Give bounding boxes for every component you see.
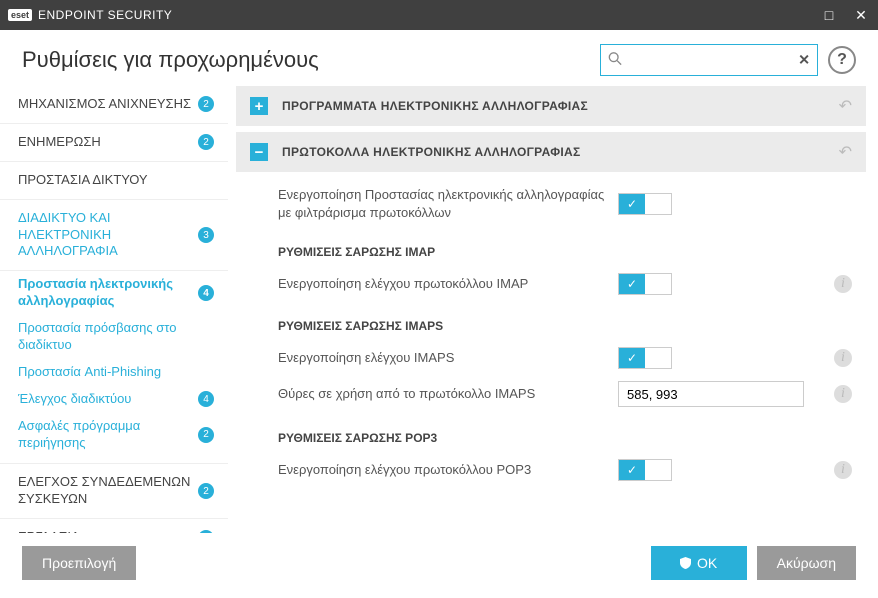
content-pane: + ΠΡΟΓΡΑΜΜΑΤΑ ΗΛΕΚΤΡΟΝΙΚΗΣ ΑΛΛΗΛΟΓΡΑΦΙΑΣ… (228, 86, 878, 533)
badge: 3 (198, 227, 214, 243)
info-icon[interactable]: i (834, 275, 852, 293)
window-maximize-icon[interactable]: □ (820, 6, 838, 24)
heading-imap: ΡΥΘΜΙΣΕΙΣ ΣΑΡΩΣΗΣ IMAP (236, 227, 866, 267)
brand-logo: eset (8, 9, 32, 21)
info-icon[interactable]: i (834, 349, 852, 367)
search-box: ✕ (600, 44, 818, 76)
row-enable-imap: Ενεργοποίηση ελέγχου πρωτοκόλλου IMAP ✓ … (236, 267, 866, 301)
shield-icon (680, 557, 691, 569)
help-button[interactable]: ? (828, 46, 856, 74)
nav-detection-engine[interactable]: ΜΗΧΑΝΙΣΜΟΣ ΑΝΙΧΝΕΥΣΗΣ2 (0, 86, 228, 124)
badge: 2 (198, 483, 214, 499)
window-close-icon[interactable]: ✕ (852, 6, 870, 24)
revert-icon[interactable]: ↶ (839, 142, 852, 162)
badge: 2 (198, 427, 214, 443)
badge: 2 (198, 96, 214, 112)
heading-pop3: ΡΥΘΜΙΣΕΙΣ ΣΑΡΩΣΗΣ POP3 (236, 413, 866, 453)
page-header: Ρυθμίσεις για προχωρημένους ✕ ? (0, 30, 878, 86)
product-name: ENDPOINT SECURITY (38, 8, 172, 22)
info-icon[interactable]: i (834, 385, 852, 403)
nav-email-protection[interactable]: Προστασία ηλεκτρονικής αλληλογραφίας4 (0, 271, 228, 315)
page-title: Ρυθμίσεις για προχωρημένους (22, 47, 319, 73)
toggle-enable-imap[interactable]: ✓ (618, 273, 672, 295)
nav-anti-phishing[interactable]: Προστασία Anti-Phishing (0, 359, 228, 386)
section-email-protocols[interactable]: − ΠΡΩΤΟΚΟΛΛΑ ΗΛΕΚΤΡΟΝΙΚΗΣ ΑΛΛΗΛΟΓΡΑΦΙΑΣ … (236, 132, 866, 172)
nav-network-protection[interactable]: ΠΡΟΣΤΑΣΙΑ ΔΙΚΤΥΟΥ (0, 162, 228, 200)
ok-button[interactable]: OK (651, 546, 747, 580)
nav-update[interactable]: ΕΝΗΜΕΡΩΣΗ2 (0, 124, 228, 162)
badge: 4 (198, 285, 214, 301)
setting-label: Ενεργοποίηση ελέγχου πρωτοκόλλου POP3 (278, 461, 618, 479)
clear-search-icon[interactable]: ✕ (798, 52, 810, 69)
check-icon: ✓ (619, 460, 645, 480)
info-icon[interactable]: i (834, 461, 852, 479)
check-icon: ✓ (619, 348, 645, 368)
setting-label: Ενεργοποίηση ελέγχου πρωτοκόλλου IMAP (278, 275, 618, 293)
footer: Προεπιλογή OK Ακύρωση (0, 533, 878, 598)
row-enable-pop3: Ενεργοποίηση ελέγχου πρωτοκόλλου POP3 ✓ … (236, 453, 866, 487)
nav-tools[interactable]: ΕΡΓΑΛΕΙΑ3 (0, 519, 228, 533)
cancel-button[interactable]: Ακύρωση (757, 546, 856, 580)
input-imaps-ports[interactable] (618, 381, 804, 407)
toggle-enable-email-protection[interactable]: ✓ (618, 193, 672, 215)
setting-label: Ενεργοποίηση ελέγχου IMAPS (278, 349, 618, 367)
check-icon: ✓ (619, 194, 645, 214)
badge: 2 (198, 134, 214, 150)
nav-device-control[interactable]: ΕΛΕΓΧΟΣ ΣΥΝΔΕΔΕΜΕΝΩΝ ΣΥΣΚΕΥΩΝ2 (0, 464, 228, 519)
heading-imaps: ΡΥΘΜΙΣΕΙΣ ΣΑΡΩΣΗΣ IMAPS (236, 301, 866, 341)
nav-web-email[interactable]: ΔΙΑΔΙΚΤΥΟ ΚΑΙ ΗΛΕΚΤΡΟΝΙΚΗ ΑΛΛΗΛΟΓΡΑΦΙΑ3 (0, 200, 228, 272)
titlebar: eset ENDPOINT SECURITY □ ✕ (0, 0, 878, 30)
section-title: ΠΡΟΓΡΑΜΜΑΤΑ ΗΛΕΚΤΡΟΝΙΚΗΣ ΑΛΛΗΛΟΓΡΑΦΙΑΣ (282, 99, 839, 113)
row-enable-imaps: Ενεργοποίηση ελέγχου IMAPS ✓ i (236, 341, 866, 375)
nav-secure-browser[interactable]: Ασφαλές πρόγραμμα περιήγησης2 (0, 413, 228, 465)
revert-icon[interactable]: ↶ (839, 96, 852, 116)
default-button[interactable]: Προεπιλογή (22, 546, 136, 580)
collapse-icon: − (250, 143, 268, 161)
nav-web-control[interactable]: Έλεγχος διαδικτύου4 (0, 386, 228, 413)
row-enable-email-protection: Ενεργοποίηση Προστασίας ηλεκτρονικής αλλ… (236, 180, 866, 227)
expand-icon: + (250, 97, 268, 115)
badge: 4 (198, 391, 214, 407)
setting-label: Ενεργοποίηση Προστασίας ηλεκτρονικής αλλ… (278, 186, 618, 221)
row-imaps-ports: Θύρες σε χρήση από το πρωτόκολλο IMAPS i (236, 375, 866, 413)
setting-label: Θύρες σε χρήση από το πρωτόκολλο IMAPS (278, 385, 618, 403)
check-icon: ✓ (619, 274, 645, 294)
nav-web-access[interactable]: Προστασία πρόσβασης στο διαδίκτυο (0, 315, 228, 359)
toggle-enable-imaps[interactable]: ✓ (618, 347, 672, 369)
search-icon (608, 52, 622, 69)
sidebar: ΜΗΧΑΝΙΣΜΟΣ ΑΝΙΧΝΕΥΣΗΣ2 ΕΝΗΜΕΡΩΣΗ2 ΠΡΟΣΤΑ… (0, 86, 228, 533)
section-email-clients[interactable]: + ΠΡΟΓΡΑΜΜΑΤΑ ΗΛΕΚΤΡΟΝΙΚΗΣ ΑΛΛΗΛΟΓΡΑΦΙΑΣ… (236, 86, 866, 126)
section-title: ΠΡΩΤΟΚΟΛΛΑ ΗΛΕΚΤΡΟΝΙΚΗΣ ΑΛΛΗΛΟΓΡΑΦΙΑΣ (282, 145, 839, 159)
search-input[interactable] (600, 44, 818, 76)
toggle-enable-pop3[interactable]: ✓ (618, 459, 672, 481)
